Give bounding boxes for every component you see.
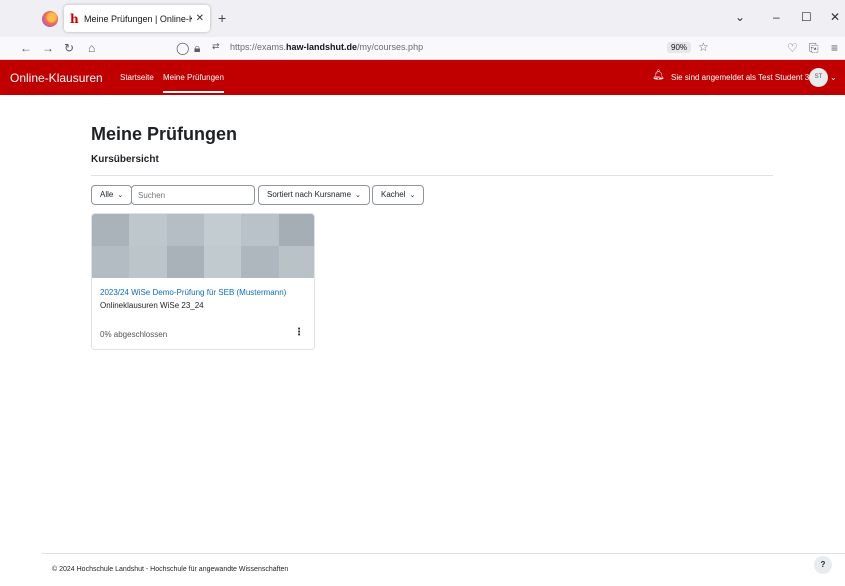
course-name-link[interactable]: 2023/24 WiSe Demo-Prüfung für SEB (Muste…	[100, 288, 286, 297]
pocket-icon[interactable]: ♡	[787, 41, 798, 55]
sort-dropdown[interactable]: Sortiert nach Kursname ⌄	[258, 185, 370, 205]
course-image-tile	[278, 214, 314, 246]
close-window-button[interactable]: ✕	[830, 10, 840, 24]
course-image-tile	[278, 246, 314, 278]
page-title: Meine Prüfungen	[91, 124, 238, 144]
view-dropdown[interactable]: Kachel ⌄	[372, 185, 425, 205]
course-image-tile	[166, 214, 204, 246]
site-header: Online-Klausuren Startseite Meine Prüfun…	[0, 60, 845, 95]
notification-bell-icon[interactable]: 🔔︎	[652, 70, 665, 81]
browser-tabstrip: h Meine Prüfungen | Online-Klau ✕ + ⌄ – …	[0, 0, 845, 37]
forward-icon[interactable]: →	[42, 41, 54, 55]
chevron-down-icon: ⌄	[355, 192, 361, 199]
avatar[interactable]: ST	[809, 68, 828, 87]
firefox-icon[interactable]	[42, 11, 58, 27]
tab-title: Meine Prüfungen | Online-Klau	[84, 13, 192, 24]
course-category: Onlineklausuren WiSe 23_24	[100, 301, 204, 310]
url-text: https://exams.haw-landshut.de/my/courses…	[230, 42, 424, 52]
shield-icon[interactable]: ◯	[176, 41, 189, 55]
chevron-down-icon: ⌄	[117, 192, 124, 199]
course-image-tile	[203, 246, 242, 278]
zoom-level[interactable]: 90%	[667, 42, 692, 53]
maximize-button[interactable]: ☐	[801, 10, 812, 24]
course-image-tile	[241, 214, 279, 246]
section-title: Kursübersicht	[91, 154, 159, 165]
footer-divider	[42, 553, 845, 554]
menu-icon[interactable]: ≡	[831, 41, 838, 55]
back-icon[interactable]: ←	[20, 41, 32, 55]
browser-navbar: ← → ↻ ⌂ ◯ 🔒︎ ⇄ https://exams.haw-landshu…	[0, 37, 845, 60]
nav-meine-pruefungen[interactable]: Meine Prüfungen	[163, 73, 224, 93]
user-menu-chevron-icon[interactable]: ⌄	[830, 73, 837, 82]
filter-dropdown[interactable]: Alle ⌄	[91, 185, 133, 205]
course-image-tile	[241, 246, 279, 278]
course-image[interactable]	[92, 214, 314, 278]
permissions-icon[interactable]: ⇄	[212, 41, 220, 52]
course-actions-icon[interactable]: ⋮	[294, 327, 304, 338]
course-image-tile	[166, 246, 204, 278]
course-card[interactable]: 2023/24 WiSe Demo-Prüfung für SEB (Muste…	[91, 213, 315, 350]
course-image-tile	[129, 214, 167, 246]
tab-close-icon[interactable]: ✕	[196, 13, 204, 24]
course-image-tile	[92, 214, 130, 246]
course-progress: 0% abgeschlossen	[100, 330, 168, 339]
bookmark-star-icon[interactable]: ☆	[698, 40, 709, 54]
tab-list-chevron-icon[interactable]: ⌄	[735, 10, 745, 24]
login-info: Sie sind angemeldet als Test Student 3	[671, 73, 810, 82]
address-bar[interactable]: ◯ 🔒︎ ⇄ https://exams.haw-landshut.de/my/…	[170, 39, 715, 58]
search-input[interactable]	[131, 185, 255, 205]
chevron-down-icon: ⌄	[409, 192, 416, 199]
help-button[interactable]: ?	[814, 556, 832, 574]
lock-icon[interactable]: 🔒︎	[194, 41, 200, 56]
course-image-tile	[129, 246, 167, 278]
nav-startseite[interactable]: Startseite	[120, 73, 154, 82]
favicon-icon: h	[70, 11, 79, 26]
extensions-icon[interactable]: ⎘	[809, 41, 819, 56]
site-brand[interactable]: Online-Klausuren	[10, 71, 103, 85]
new-tab-button[interactable]: +	[218, 10, 226, 26]
course-image-tile	[92, 246, 130, 278]
divider	[91, 175, 773, 176]
footer-text: © 2024 Hochschule Landshut - Hochschule …	[52, 566, 289, 573]
reload-icon[interactable]: ↻	[64, 41, 74, 55]
home-icon[interactable]: ⌂	[88, 41, 95, 55]
course-image-tile	[203, 214, 242, 246]
browser-tab[interactable]: h Meine Prüfungen | Online-Klau ✕	[64, 5, 210, 32]
minimize-button[interactable]: –	[773, 10, 780, 24]
